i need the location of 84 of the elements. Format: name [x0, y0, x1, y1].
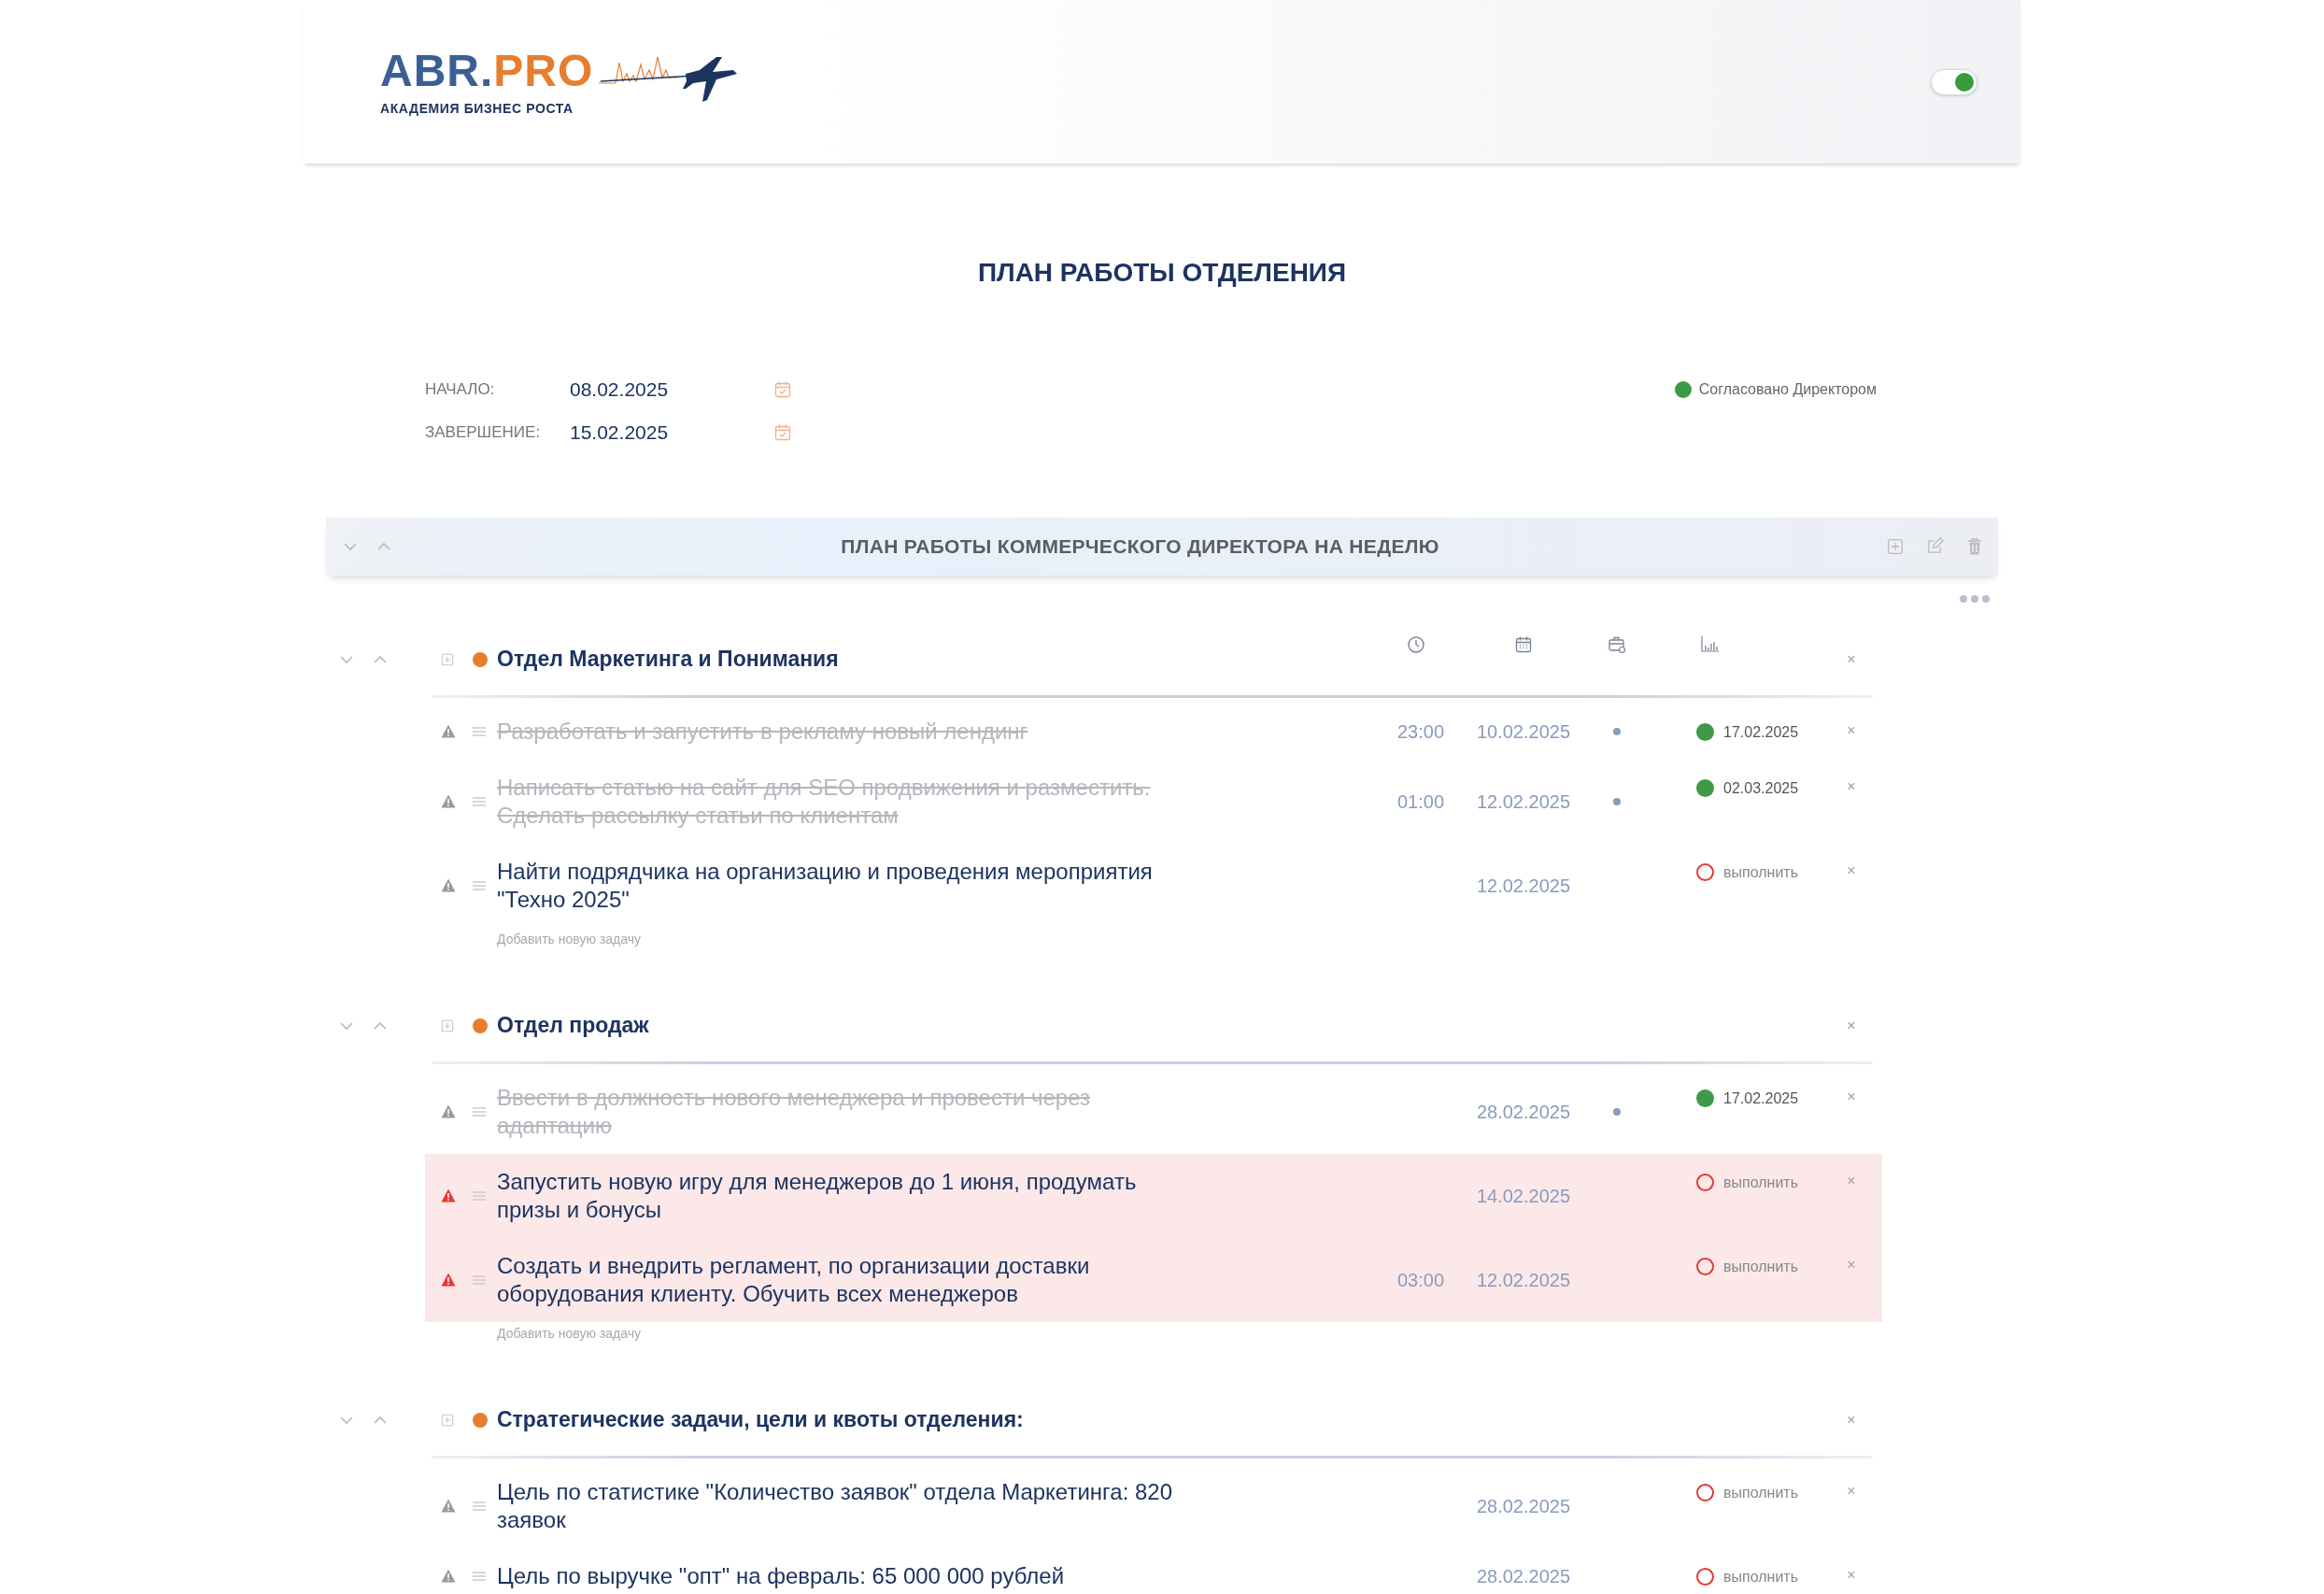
todo-circle[interactable]	[1696, 863, 1714, 882]
section-dot	[473, 651, 488, 667]
complete-link[interactable]: выполнить	[1723, 1481, 1798, 1504]
task-date: 10.02.2025	[1475, 719, 1572, 744]
add-icon[interactable]	[1887, 537, 1904, 555]
plan-title: ПЛАН РАБОТЫ КОММЕРЧЕСКОГО ДИРЕКТОРА НА НЕДЕЛЮ	[840, 534, 1440, 559]
date-field[interactable]: 15.02.2025	[570, 417, 773, 448]
close-button[interactable]: ×	[1847, 722, 1856, 738]
drag-handle-icon[interactable]	[473, 1571, 486, 1581]
section-title: Отдел продаж	[497, 1012, 650, 1040]
briefcase-icon	[1608, 634, 1626, 654]
completion-date: 17.02.2025	[1723, 722, 1799, 742]
bar-chart-icon	[1701, 634, 1720, 652]
drag-handle-icon[interactable]	[473, 1501, 486, 1511]
drag-handle-icon[interactable]	[473, 880, 486, 890]
close-button[interactable]: ×	[1847, 1257, 1856, 1273]
clock-icon	[1407, 634, 1425, 654]
date-field[interactable]: 08.02.2025	[570, 374, 773, 405]
task-date: 12.02.2025	[1475, 790, 1572, 814]
add-task-link[interactable]: Добавить новую задачу	[425, 929, 641, 949]
todo-circle[interactable]	[1696, 1484, 1714, 1502]
field-label: ЗАВЕРШЕНИЕ:	[425, 421, 542, 443]
calendar-icon[interactable]	[773, 379, 792, 399]
close-button[interactable]: ×	[1847, 651, 1856, 667]
task-date: 14.02.2025	[1475, 1184, 1572, 1208]
todo-circle[interactable]	[1696, 1174, 1714, 1192]
task-text: Запустить новую игру для менеджеров до 1 июня, продумать призы и бонусы	[497, 1167, 1138, 1224]
field-label: НАЧАЛО:	[425, 378, 496, 400]
trash-icon[interactable]	[1966, 536, 1983, 556]
close-button[interactable]: ×	[1847, 1567, 1856, 1583]
completion-date: 17.02.2025	[1723, 1089, 1799, 1108]
task-text: Ввести в должность нового менеджера и провести через адаптацию	[497, 1083, 1091, 1140]
complete-link[interactable]: выполнить	[1723, 1171, 1798, 1194]
logo-text: ABR.PRO	[380, 48, 594, 93]
task-date: 28.02.2025	[1475, 1564, 1572, 1588]
task-time: 23:00	[1397, 719, 1446, 744]
task-date: 12.02.2025	[1475, 874, 1572, 898]
task-text: Цель по статистике "Количество заявок" отдела Маркетинга: 820 заявок	[497, 1477, 1174, 1534]
more-icon[interactable]	[1959, 593, 1991, 604]
task-text: Написать статью на сайт для SEO продвижения и разместить. Сделать рассылку статьи по клиентам	[497, 773, 1152, 830]
close-button[interactable]: ×	[1847, 778, 1856, 794]
section-title: Стратегические задачи, цели и квоты отделения:	[497, 1406, 1025, 1434]
completion-date: 02.03.2025	[1723, 778, 1799, 798]
drag-handle-icon[interactable]	[473, 796, 486, 806]
drag-handle-icon[interactable]	[473, 726, 486, 736]
complete-link[interactable]: выполнить	[1723, 1565, 1798, 1588]
close-button[interactable]: ×	[1847, 1412, 1856, 1428]
task-date: 28.02.2025	[1475, 1100, 1572, 1124]
task-text: Создать и внедрить регламент, по организации доставки оборудования клиенту. Обучить всех менеджеров	[497, 1251, 1091, 1308]
close-button[interactable]: ×	[1847, 1173, 1856, 1188]
drag-handle-icon[interactable]	[473, 1274, 486, 1285]
logo-tagline: АКАДЕМИЯ БИЗНЕС РОСТА	[380, 99, 574, 118]
edit-icon[interactable]	[1926, 537, 1944, 556]
warning-icon	[441, 1188, 456, 1203]
complete-link[interactable]: выполнить	[1723, 1255, 1798, 1278]
drag-handle-icon[interactable]	[473, 1106, 486, 1117]
task-date: 12.02.2025	[1475, 1268, 1572, 1292]
task-time: 01:00	[1397, 790, 1446, 814]
calendar-icon[interactable]	[773, 422, 792, 442]
close-button[interactable]: ×	[1847, 1018, 1856, 1033]
close-button[interactable]: ×	[1847, 862, 1856, 878]
section-dot	[473, 1018, 488, 1033]
close-button[interactable]: ×	[1847, 1089, 1856, 1104]
task-text: Цель по выручке "опт" на февраль: 65 000 000 рублей	[497, 1561, 1066, 1590]
todo-circle[interactable]	[1696, 1568, 1714, 1587]
add-icon[interactable]	[441, 1018, 454, 1032]
warning-icon	[441, 1273, 456, 1288]
approval-status: Согласовано Директором	[1698, 379, 1877, 399]
task-text: Найти подрядчика на организацию и проведения мероприятия "Техно 2025"	[497, 857, 1154, 914]
todo-circle[interactable]	[1696, 1258, 1714, 1276]
section-dot	[473, 1412, 488, 1428]
page-title: ПЛАН РАБОТЫ ОТДЕЛЕНИЯ	[976, 257, 1348, 289]
task-time: 03:00	[1397, 1268, 1446, 1292]
task-text: Разработать и запустить в рекламу новый лендинг	[497, 717, 1029, 746]
add-icon[interactable]	[441, 1413, 454, 1427]
add-task-link[interactable]: Добавить новую задачу	[425, 1323, 641, 1344]
close-button[interactable]: ×	[1847, 1483, 1856, 1499]
calendar-icon	[1514, 634, 1533, 654]
add-icon[interactable]	[441, 652, 454, 666]
section-title: Отдел Маркетинга и Понимания	[497, 646, 840, 674]
task-date: 28.02.2025	[1475, 1494, 1572, 1518]
drag-handle-icon[interactable]	[473, 1190, 486, 1201]
toggle-switch[interactable]	[1931, 68, 1977, 95]
complete-link[interactable]: выполнить	[1723, 861, 1798, 884]
